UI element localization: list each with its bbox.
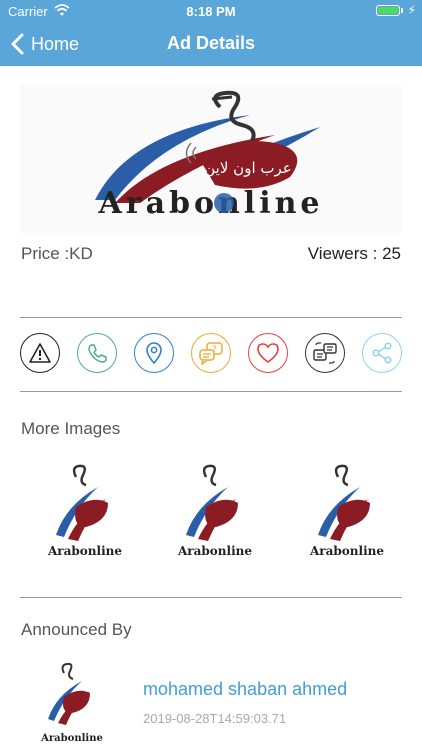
call-button[interactable]	[77, 333, 117, 373]
more-image-thumbnail[interactable]: Arabonline	[176, 455, 254, 573]
more-image-thumbnail[interactable]: Arabonline	[308, 455, 386, 573]
arabonline-logo: Arabonline	[177, 464, 252, 558]
arabonline-logo: عرب اون لاين Arabonline	[95, 90, 323, 221]
clock: 8:18 PM	[186, 4, 236, 19]
back-button-label: Home	[31, 33, 80, 54]
exchange-button[interactable]	[305, 333, 345, 373]
status-bar: Carrier 8:18 PM ⚡	[0, 0, 422, 22]
viewers-count: Viewers : 25	[307, 244, 401, 263]
announcer-name[interactable]: mohamed shaban ahmed	[143, 679, 347, 700]
back-button[interactable]: Home	[10, 32, 79, 56]
avatar[interactable]: Arabonline	[40, 657, 104, 750]
logo-wordmark: Arabonline	[47, 544, 122, 558]
logo-wordmark: Arabonline	[309, 544, 384, 558]
location-button[interactable]	[134, 333, 174, 373]
phone-icon	[88, 344, 107, 363]
ad-main-image[interactable]: عرب اون لاين Arabonline	[20, 85, 402, 233]
charging-icon: ⚡	[407, 3, 416, 17]
action-bar: ?	[20, 333, 402, 377]
price-label: Price :KD	[21, 244, 93, 263]
divider	[20, 597, 402, 598]
location-icon	[146, 342, 162, 365]
announcement-date: 2019-08-28T14:59:03.71	[143, 711, 287, 726]
arabonline-logo: Arabonline	[47, 464, 122, 558]
battery-cap	[401, 8, 403, 13]
share-button[interactable]	[362, 333, 402, 373]
question-chat-icon: ?	[199, 342, 223, 365]
more-images-heading: More Images	[21, 419, 121, 438]
logo-arabic-text: عرب اون لاين	[204, 159, 291, 177]
announced-by-heading: Announced By	[21, 620, 132, 639]
battery-icon	[376, 5, 400, 16]
share-icon	[372, 342, 392, 364]
logo-wordmark: Arabonline	[40, 733, 103, 744]
navigation-header: Carrier 8:18 PM ⚡ Home Ad Details	[0, 0, 422, 66]
heart-icon	[257, 343, 279, 363]
ask-question-button[interactable]: ?	[191, 333, 231, 373]
chevron-left-icon	[11, 33, 24, 55]
exchange-icon	[313, 342, 337, 364]
report-icon	[29, 343, 51, 363]
favorite-button[interactable]	[248, 333, 288, 373]
arabonline-logo: Arabonline	[40, 662, 103, 744]
divider	[20, 317, 402, 318]
logo-wordmark: Arabonline	[97, 186, 323, 221]
more-image-thumbnail[interactable]: Arabonline	[46, 455, 124, 573]
divider	[20, 391, 402, 392]
report-button[interactable]	[20, 333, 60, 373]
arabonline-logo: Arabonline	[309, 464, 384, 558]
logo-wordmark: Arabonline	[177, 544, 252, 558]
